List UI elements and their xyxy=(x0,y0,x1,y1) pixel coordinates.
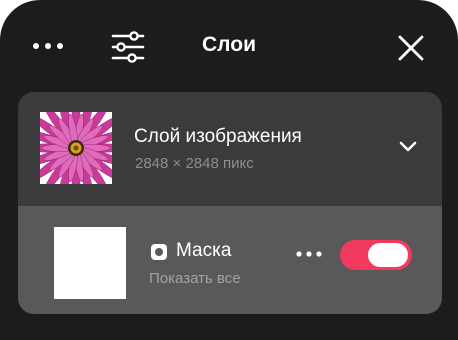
mask-row[interactable]: Маска Показать все xyxy=(18,206,442,314)
mask-icon xyxy=(151,244,167,260)
layer-thumbnail xyxy=(40,112,112,184)
layer-card: Слой изображения 2848 × 2848 пикс Маска … xyxy=(18,92,442,314)
sliders-icon xyxy=(111,31,145,63)
mask-visibility-label: Показать все xyxy=(149,270,241,287)
layer-name: Слой изображения xyxy=(134,126,302,147)
more-options-button[interactable] xyxy=(28,36,68,56)
layer-dimensions: 2848 × 2848 пикс xyxy=(135,155,254,172)
image-layer-row[interactable]: Слой изображения 2848 × 2848 пикс xyxy=(18,92,442,206)
mask-options-button[interactable] xyxy=(294,244,326,264)
chevron-down-icon xyxy=(399,141,417,152)
panel-title: Слои xyxy=(202,33,256,56)
more-horizontal-icon xyxy=(33,43,63,49)
more-horizontal-icon xyxy=(296,251,322,257)
mask-name: Маска xyxy=(176,240,232,261)
panel-header: Слои xyxy=(0,0,458,92)
mask-thumbnail xyxy=(54,227,126,299)
expand-button[interactable] xyxy=(398,140,418,154)
adjust-settings-button[interactable] xyxy=(110,30,146,64)
flower-image xyxy=(40,112,112,184)
layers-panel: Слои Слой изображения 2848 × 2848 пикс М… xyxy=(0,0,458,340)
close-icon xyxy=(398,35,424,61)
close-button[interactable] xyxy=(396,33,426,63)
mask-toggle[interactable] xyxy=(340,240,412,270)
toggle-knob xyxy=(368,243,408,267)
